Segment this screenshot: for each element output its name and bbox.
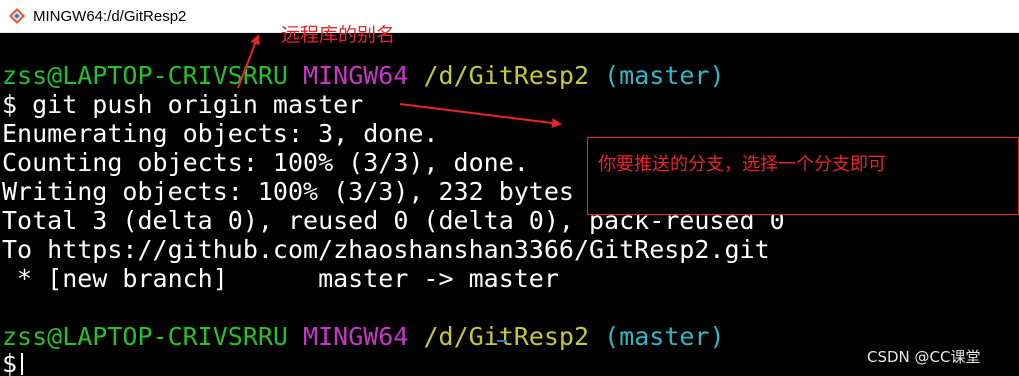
alias-annotation: 远程库的别名 (281, 24, 396, 46)
output-line: Counting objects: 100% (3/3), done. (2, 148, 529, 177)
prompt-line-1: zss@LAPTOP-CRIVSRRU MINGW64 /d/GitResp2 … (2, 61, 725, 90)
output-line: * [new branch] master -> master (2, 264, 559, 293)
input-line[interactable]: $ (2, 349, 24, 376)
output-line: To https://github.com/zhaoshanshan3366/G… (2, 235, 770, 264)
output-line: Enumerating objects: 3, done. (2, 119, 439, 148)
prompt-user-host: zss@LAPTOP-CRIVSRRU (2, 61, 288, 90)
prompt-shell: MINGW64 (303, 61, 409, 90)
terminal-area[interactable]: zss@LAPTOP-CRIVSRRU MINGW64 /d/GitResp2 … (0, 33, 1019, 376)
prompt-branch: (master) (604, 61, 725, 90)
window-titlebar: MINGW64:/d/GitResp2 (0, 0, 1019, 33)
window-title: MINGW64:/d/GitResp2 (33, 8, 187, 25)
prompt-branch: (master) (604, 322, 725, 351)
git-bash-icon (9, 8, 25, 24)
prompt-path: /d/GitResp2 (423, 322, 590, 351)
prompt-path: /d/GitResp2 (423, 61, 590, 90)
csdn-watermark: CSDN @CC课堂 (867, 348, 981, 366)
command-line: $ git push origin master (2, 90, 364, 119)
branch-callout-text: 你要推送的分支，选择一个分支即可 (598, 154, 886, 175)
text-cursor (21, 353, 24, 375)
prompt-shell: MINGW64 (303, 322, 409, 351)
prompt-user-host: zss@LAPTOP-CRIVSRRU (2, 322, 288, 351)
prompt-line-2: zss@LAPTOP-CRIVSRRU MINGW64 /d/GitResp2 … (2, 322, 725, 351)
branch-callout-box: 你要推送的分支，选择一个分支即可 (587, 137, 1019, 215)
input-prompt: $ (2, 349, 18, 376)
selection-marker (497, 340, 507, 342)
